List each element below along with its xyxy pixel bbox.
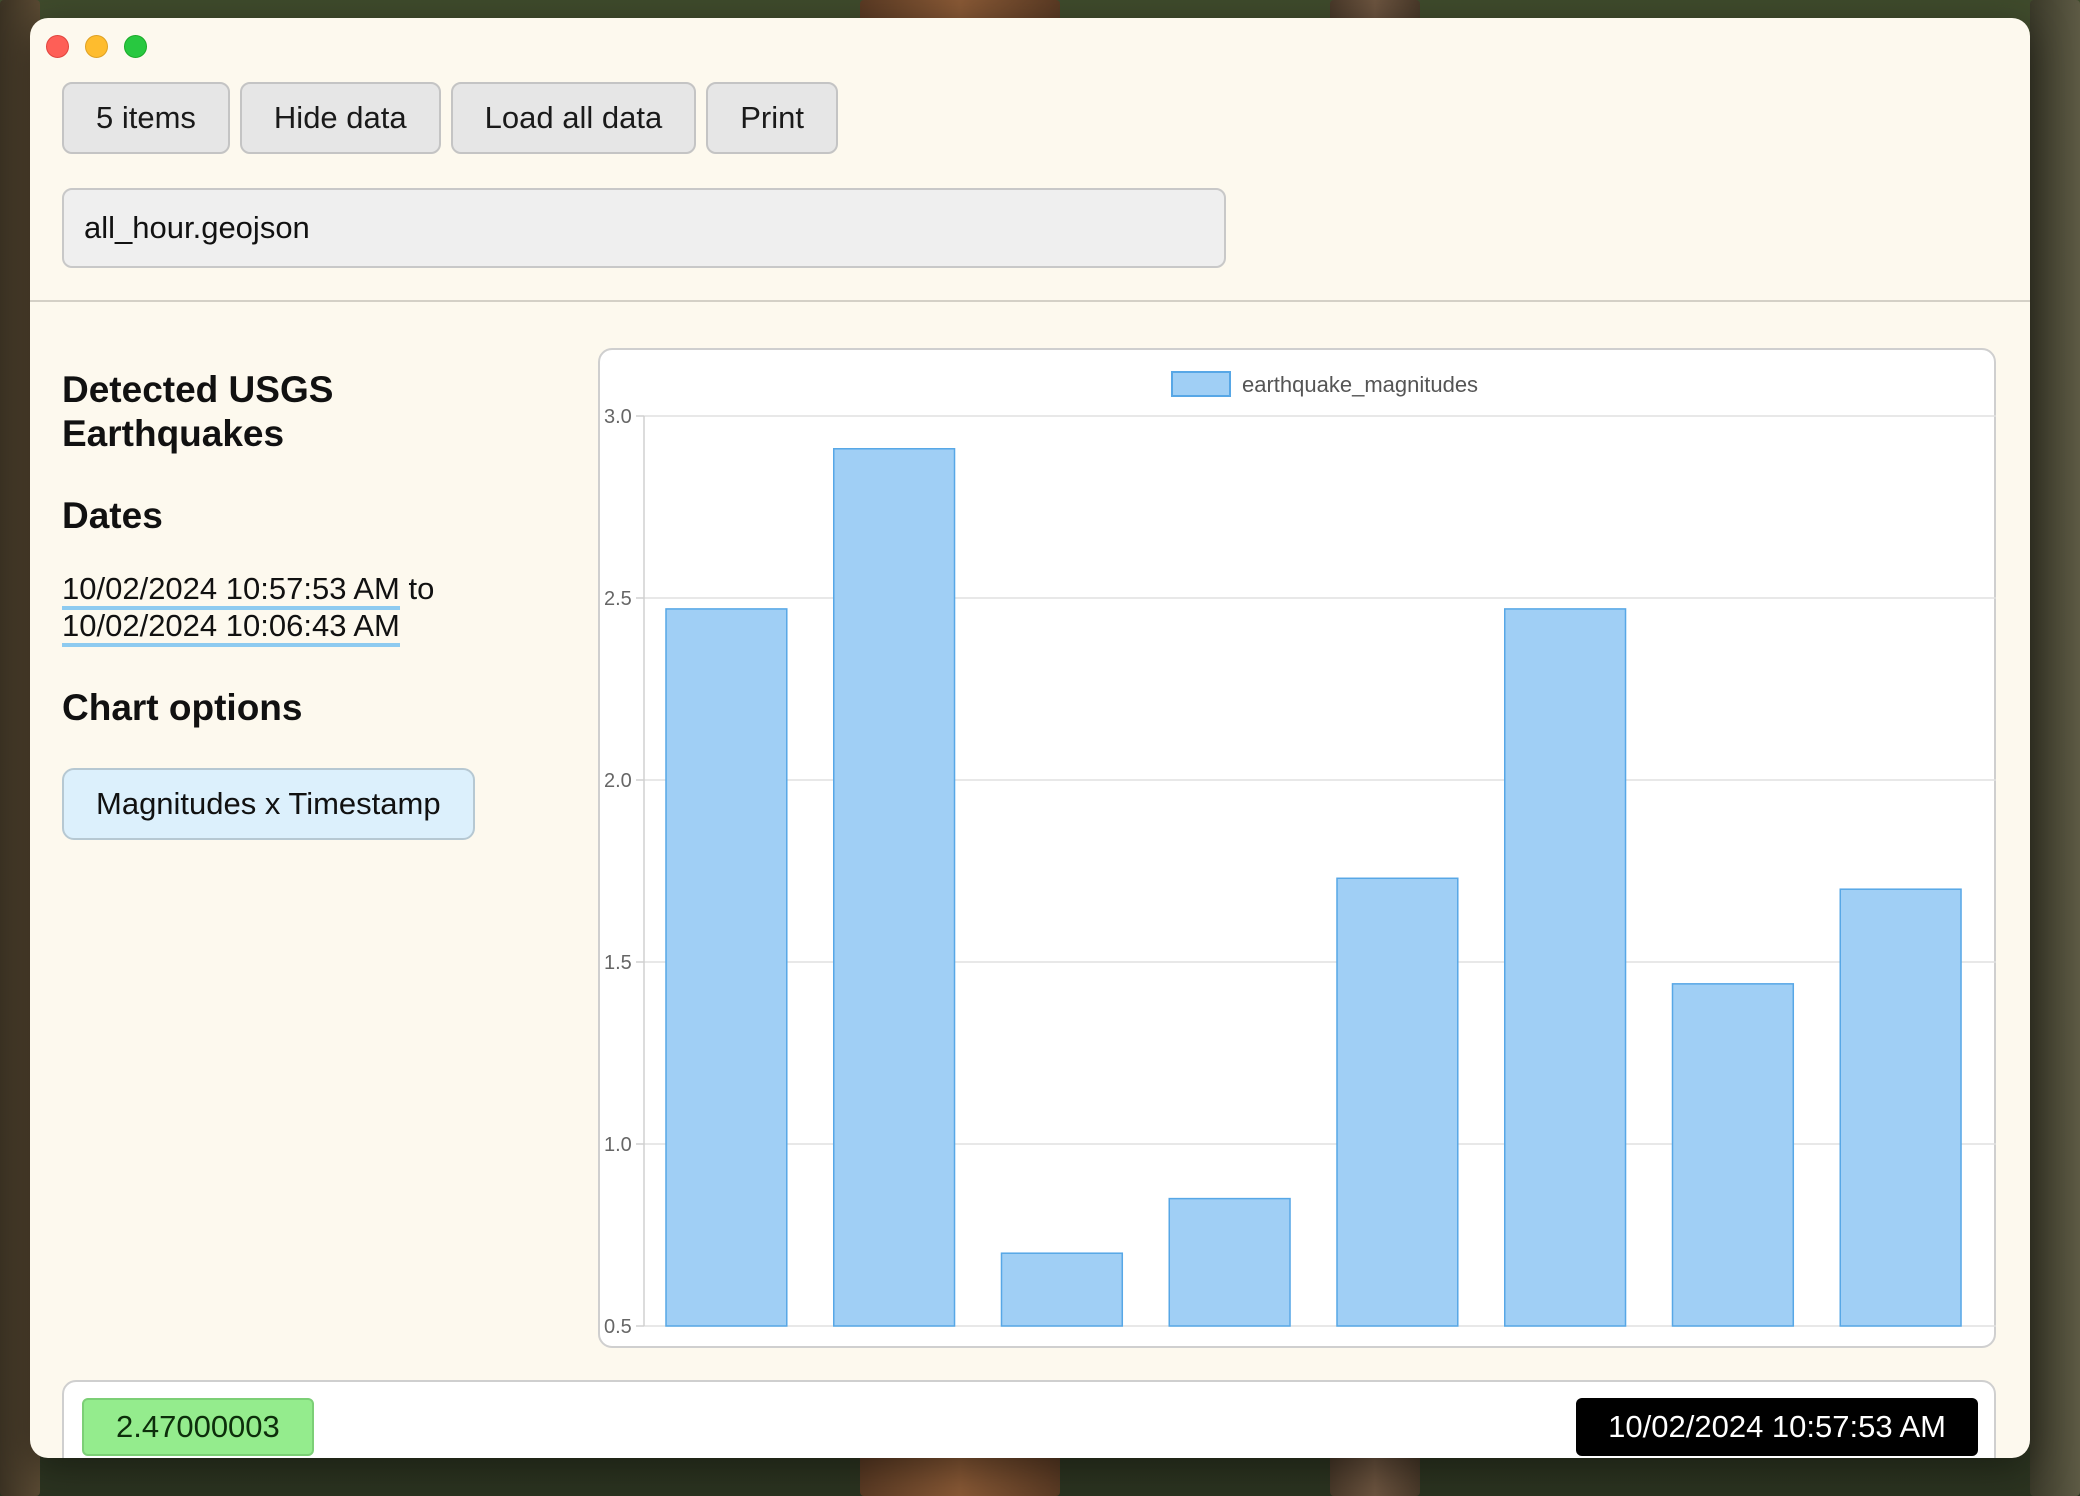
y-tick-label: 1.5: [604, 952, 632, 974]
close-window-button[interactable]: [46, 35, 69, 58]
bar: [1000, 1252, 1124, 1327]
date-end-link[interactable]: 10/02/2024 10:06:43 AM: [62, 608, 400, 647]
date-range: 10/02/2024 10:57:53 AM to 10/02/2024 10:…: [62, 570, 435, 647]
app-window: 5 items Hide data Load all data Print al…: [30, 18, 2030, 1458]
magnitudes-timestamp-button[interactable]: Magnitudes x Timestamp: [62, 768, 475, 840]
bar: [833, 448, 956, 1327]
chart-options-heading: Chart options: [62, 687, 303, 728]
items-count-button[interactable]: 5 items: [62, 82, 230, 154]
bar: [1671, 983, 1795, 1327]
date-start-link[interactable]: 10/02/2024 10:57:53 AM: [62, 571, 400, 610]
file-input[interactable]: all_hour.geojson: [62, 188, 1226, 268]
bar: [1168, 1197, 1291, 1327]
bar: [665, 608, 788, 1327]
window-controls: [46, 35, 147, 58]
bar: [1839, 888, 1962, 1327]
y-tick-label: 3.0: [604, 406, 632, 428]
divider: [30, 300, 2030, 302]
load-all-data-button[interactable]: Load all data: [450, 82, 697, 154]
maximize-window-button[interactable]: [124, 35, 147, 58]
y-tick-label: 0.5: [604, 1316, 632, 1338]
background-trunk: [2030, 0, 2080, 1496]
magnitude-value-badge: 2.47000003: [82, 1398, 314, 1456]
y-tick-label: 2.5: [604, 588, 632, 610]
bar-chart: 0.5 1.0 1.5 2.0 2.5 3.0 earthquake_magnitudes: [604, 371, 1996, 1338]
page-title: Detected USGS Earthquakes: [62, 369, 334, 454]
legend-label: earthquake_magnitudes: [1242, 372, 1478, 397]
date-to-label: to: [408, 571, 435, 606]
toolbar: 5 items Hide data Load all data Print: [62, 82, 838, 154]
minimize-window-button[interactable]: [85, 35, 108, 58]
detail-footer: 2.47000003 10/02/2024 10:57:53 AM: [62, 1380, 1996, 1458]
chart-card: 0.5 1.0 1.5 2.0 2.5 3.0 earthquake_magnitudes: [598, 348, 1996, 1348]
bar: [1504, 608, 1627, 1327]
legend-swatch: [1171, 371, 1231, 397]
file-input-value: all_hour.geojson: [84, 210, 310, 245]
timestamp-badge: 10/02/2024 10:57:53 AM: [1576, 1398, 1978, 1456]
y-tick-label: 1.0: [604, 1134, 632, 1156]
print-button[interactable]: Print: [706, 82, 838, 154]
bar: [1336, 877, 1459, 1327]
dates-heading: Dates: [62, 495, 163, 536]
hide-data-button[interactable]: Hide data: [239, 82, 441, 154]
y-tick-label: 2.0: [604, 770, 632, 792]
